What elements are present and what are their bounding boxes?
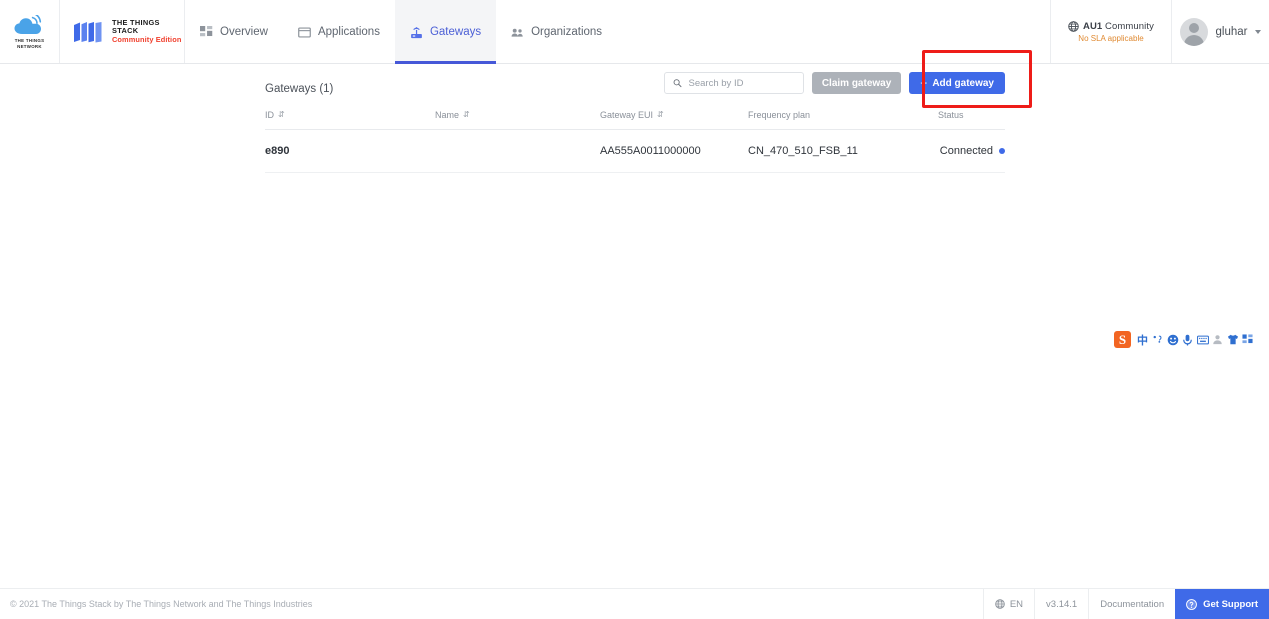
add-gateway-label: Add gateway [932,78,994,89]
cell-status: Connected [938,130,1005,173]
footer-links: EN v3.14.1 Documentation Get Support [983,589,1269,619]
cell-frequency-plan: CN_470_510_FSB_11 [748,130,938,173]
search-icon [673,78,682,88]
cluster-name-row: AU1 Community [1068,21,1154,32]
column-header-frequency-plan: Frequency plan [748,106,938,130]
column-header-eui[interactable]: Gateway EUI ⇵ [600,106,748,130]
status-badge: Connected [940,145,1005,157]
search-input-wrapper[interactable] [664,72,804,94]
nav-label-overview: Overview [220,26,268,38]
globe-icon [995,599,1005,609]
punctuation-toggle[interactable] [1150,331,1165,348]
user-menu[interactable]: gluhar [1172,0,1269,63]
ttn-logo[interactable]: THE THINGS NETWORK [0,0,60,63]
table-header: ID ⇵ Name ⇵ Gateway EUI ⇵ Frequency plan St… [265,106,1005,130]
nav-item-overview[interactable]: Overview [185,0,283,64]
gateways-table: ID ⇵ Name ⇵ Gateway EUI ⇵ Frequency plan St… [265,106,1005,173]
stack-brand-line2: Community Edition [112,36,184,44]
cluster-id: AU1 [1083,21,1102,32]
stack-brand[interactable]: THE THINGS STACK Community Edition [60,0,185,63]
stack-brand-line1: THE THINGS STACK [112,19,184,36]
column-label-id: ID [265,110,274,120]
table-header-row: ID ⇵ Name ⇵ Gateway EUI ⇵ Frequency plan St… [265,106,1005,130]
language-selector[interactable]: EN [983,589,1034,619]
get-support-label: Get Support [1203,599,1258,610]
organizations-icon [511,26,524,39]
column-label-status: Status [938,110,964,120]
emoji-icon[interactable] [1165,331,1180,348]
cell-id: e890 [265,130,435,173]
cluster-name: AU1 Community [1083,21,1154,32]
page-title: Gateways (1) [265,83,333,95]
column-header-name[interactable]: Name ⇵ [435,106,600,130]
sort-icon-id: ⇵ [278,110,285,119]
voice-input-icon[interactable] [1180,331,1195,348]
cluster-sla-note: No SLA applicable [1078,34,1143,43]
cluster-edition: Community [1105,21,1154,32]
app-footer: © 2021 The Things Stack by The Things Ne… [0,588,1269,619]
application-icon [298,26,311,39]
globe-icon [1068,21,1079,32]
ttn-cloud-icon: THE THINGS NETWORK [10,12,50,52]
cloud-signal-icon [13,15,47,37]
status-dot-icon [999,148,1005,154]
column-label-eui: Gateway EUI [600,110,653,120]
sort-icon-name: ⇵ [463,110,470,119]
get-support-button[interactable]: Get Support [1175,589,1269,619]
user-account-icon[interactable] [1210,331,1225,348]
column-header-status: Status [938,106,1005,130]
grid-icon [200,26,213,39]
language-label: EN [1010,599,1023,610]
nav-label-organizations: Organizations [531,26,602,38]
cell-eui: AA555A0011000000 [600,130,748,173]
nav-item-organizations[interactable]: Organizations [496,0,617,64]
plus-icon: + [920,77,927,89]
toolbox-icon[interactable] [1240,331,1255,348]
gateways-panel: Gateways (1) Claim gateway + Add gateway [265,64,1005,173]
app-header: THE THINGS NETWORK THE THINGS STACK Comm… [0,0,1269,64]
page-root: THE THINGS NETWORK THE THINGS STACK Comm… [0,0,1269,619]
search-input[interactable] [689,78,795,89]
table-body: e890 AA555A0011000000 CN_470_510_FSB_11 … [265,130,1005,173]
gateway-icon [410,26,423,39]
user-name: gluhar [1216,26,1248,38]
sort-icon-eui: ⇵ [657,110,664,119]
stack-brand-text: THE THINGS STACK Community Edition [112,19,184,44]
list-toolbar: Claim gateway + Add gateway [664,72,1005,94]
column-label-frequency-plan: Frequency plan [748,110,810,120]
cluster-selector[interactable]: AU1 Community No SLA applicable [1050,0,1172,63]
chevron-down-icon [1255,30,1261,34]
add-gateway-button[interactable]: + Add gateway [909,72,1005,94]
main-navigation: Overview Applications Gateways [185,0,617,63]
stack-blocks-icon [73,21,105,43]
help-circle-icon [1186,599,1197,610]
table-row[interactable]: e890 AA555A0011000000 CN_470_510_FSB_11 … [265,130,1005,173]
ttn-logo-line2: NETWORK [17,44,42,49]
language-mode-toggle[interactable]: 中 [1135,331,1150,348]
header-spacer [617,0,1050,63]
nav-item-gateways[interactable]: Gateways [395,0,496,64]
nav-item-applications[interactable]: Applications [283,0,395,64]
nav-label-gateways: Gateways [430,26,481,38]
nav-label-applications: Applications [318,26,380,38]
ttn-logo-line1: THE THINGS [15,38,45,43]
sogou-logo-icon[interactable]: S [1114,331,1131,348]
status-label: Connected [940,145,993,157]
documentation-link[interactable]: Documentation [1088,589,1175,619]
ime-floating-toolbar[interactable]: S 中 [1114,330,1255,349]
version-label[interactable]: v3.14.1 [1034,589,1088,619]
soft-keyboard-icon[interactable] [1195,331,1210,348]
skin-icon[interactable] [1225,331,1240,348]
column-header-id[interactable]: ID ⇵ [265,106,435,130]
avatar [1180,18,1208,46]
copyright-text: © 2021 The Things Stack by The Things Ne… [0,599,312,609]
column-label-name: Name [435,110,459,120]
cell-name [435,130,600,173]
claim-gateway-button[interactable]: Claim gateway [812,72,901,94]
